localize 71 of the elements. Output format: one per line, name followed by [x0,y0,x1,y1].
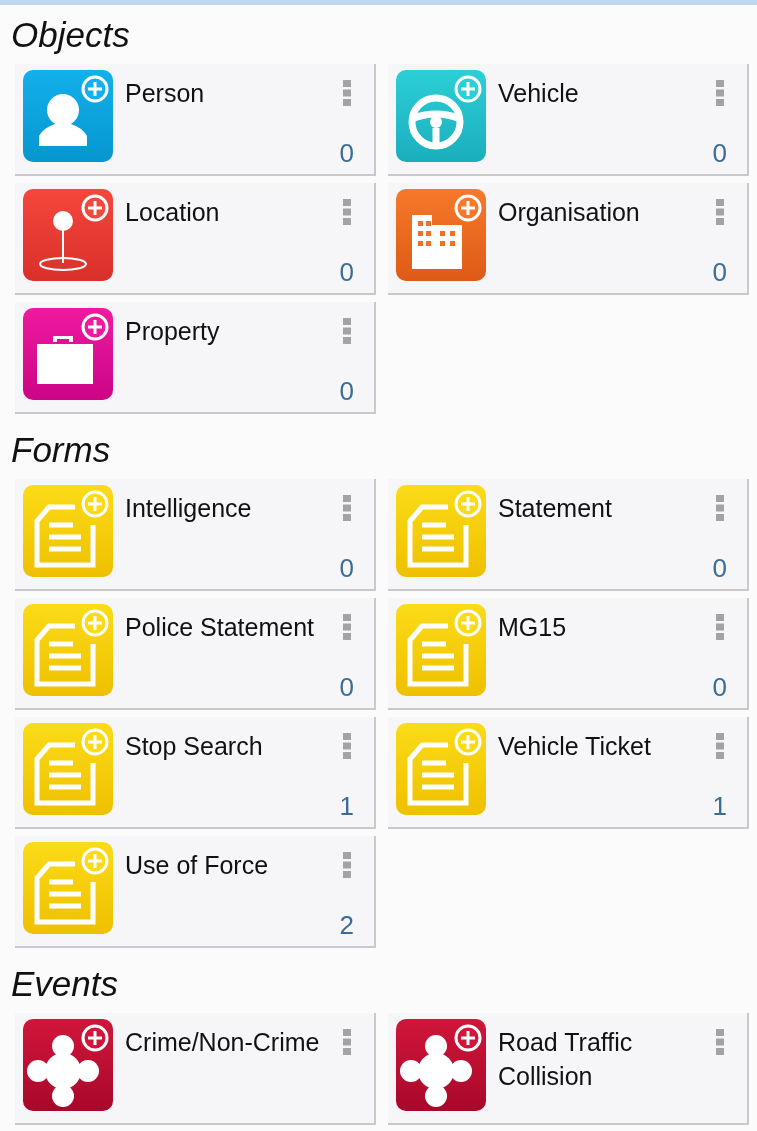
item-count: 0 [712,257,727,287]
tile-card[interactable]: Stop Search 1 [15,717,376,829]
tile-card[interactable]: MG15 0 [388,598,749,710]
item-count: 0 [339,672,354,702]
more-options-icon[interactable] [343,1029,351,1055]
tile-label: Vehicle [498,78,580,109]
more-options-icon[interactable] [343,614,351,640]
item-count: 0 [339,257,354,287]
tile-label: Stop Search [125,731,264,762]
tile-card[interactable]: Person 0 [15,64,376,176]
more-options-icon[interactable] [716,80,724,106]
more-options-icon[interactable] [716,1029,724,1055]
tile-label: Crime/Non-Crime [125,1027,321,1058]
form-icon [23,604,113,696]
steering-wheel-icon [396,70,486,162]
building-icon [396,189,486,281]
item-count: 0 [339,138,354,168]
person-icon [23,70,113,162]
item-count: 0 [712,138,727,168]
more-options-icon[interactable] [343,733,351,759]
tile-card[interactable]: Use of Force 2 [15,836,376,948]
tile-card[interactable]: Crime/Non-Crime [15,1013,376,1125]
map-pin-icon [23,189,113,281]
section-heading: Events [10,963,119,1004]
more-options-icon[interactable] [343,495,351,521]
tile-label: Organisation [498,197,641,228]
tile-card[interactable]: Vehicle 0 [388,64,749,176]
item-count: 0 [712,672,727,702]
more-options-icon[interactable] [716,495,724,521]
form-icon [23,723,113,815]
section-heading: Objects [10,14,131,55]
tile-label: Police Statement [125,612,315,643]
more-options-icon[interactable] [716,199,724,225]
tile-card[interactable]: Vehicle Ticket 1 [388,717,749,829]
more-options-icon[interactable] [716,733,724,759]
item-count: 0 [712,553,727,583]
item-count: 2 [339,910,354,940]
item-count: 0 [339,376,354,406]
item-count: 1 [339,791,354,821]
tile-label: Intelligence [125,493,253,524]
more-options-icon[interactable] [343,199,351,225]
tile-label: MG15 [498,612,568,643]
tile-label: Vehicle Ticket [498,731,652,762]
more-options-icon[interactable] [343,318,351,344]
circles-icon [396,1019,486,1111]
form-icon [23,485,113,577]
tile-card[interactable]: Location 0 [15,183,376,295]
tile-card[interactable]: Property 0 [15,302,376,414]
tile-label: Use of Force [125,850,270,881]
form-icon [396,723,486,815]
tile-label: Property [125,316,221,347]
tile-label: Statement [498,493,613,524]
tile-label: Location [125,197,221,228]
form-icon [396,485,486,577]
more-options-icon[interactable] [716,614,724,640]
more-options-icon[interactable] [343,80,351,106]
item-count: 0 [339,553,354,583]
circles-icon [23,1019,113,1111]
section-heading: Forms [10,429,112,470]
form-icon [23,842,113,934]
tile-card[interactable]: Police Statement 0 [15,598,376,710]
tile-card[interactable]: Statement 0 [388,479,749,591]
form-icon [396,604,486,696]
tile-label: Road Traffic Collision [498,1027,634,1092]
more-options-icon[interactable] [343,852,351,878]
briefcase-icon [23,308,113,400]
item-count: 1 [712,791,727,821]
tile-card[interactable]: Organisation 0 [388,183,749,295]
tile-label: Person [125,78,206,109]
tile-card[interactable]: Road Traffic Collision [388,1013,749,1125]
tile-card[interactable]: Intelligence 0 [15,479,376,591]
